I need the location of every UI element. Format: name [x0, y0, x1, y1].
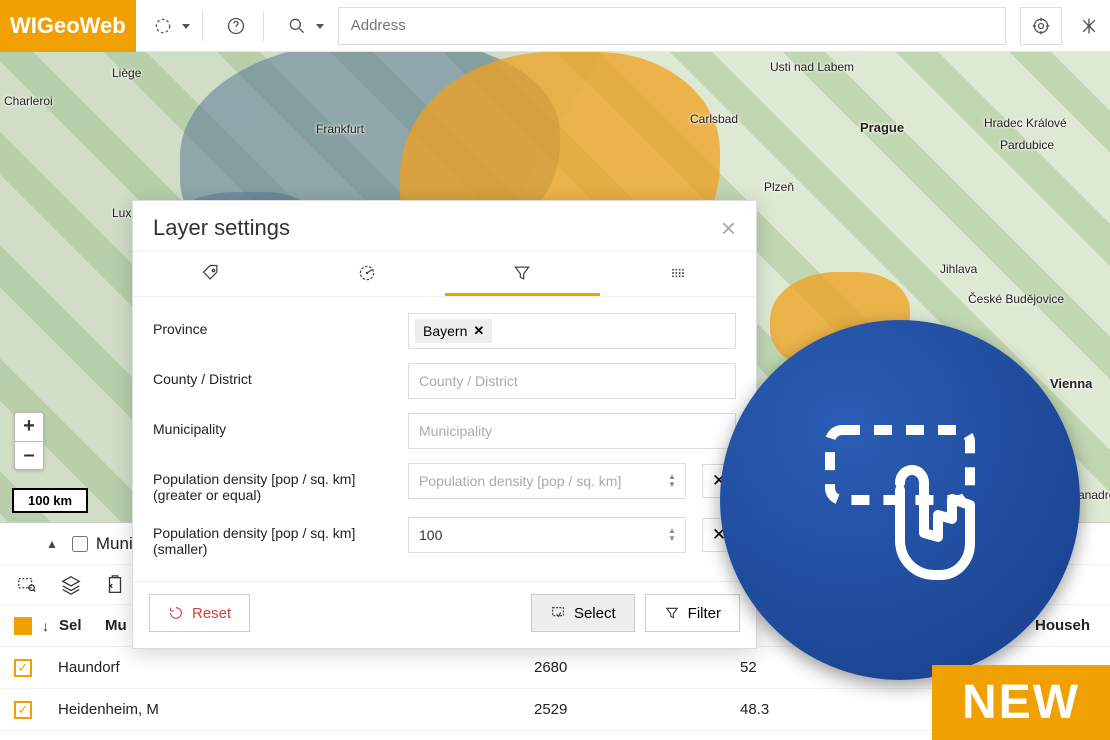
tool-select-area[interactable] — [14, 572, 40, 598]
tab-layers[interactable] — [600, 252, 756, 296]
municipality-label: Municipality — [153, 413, 408, 437]
popdens-lt-label: Population density [pop / sq. km] (small… — [153, 517, 408, 557]
dialog-close-button[interactable]: × — [721, 215, 736, 241]
dialog-title: Layer settings — [153, 215, 290, 241]
popdens-ge-stepper[interactable]: ▲▼ — [668, 473, 684, 489]
row-val2: 48.3 — [740, 701, 940, 718]
row-checkbox[interactable]: ✓ — [14, 701, 32, 719]
layer-settings-dialog: Layer settings × Province Bayern ✕ — [132, 200, 757, 649]
zoom-control: + – — [14, 412, 44, 470]
city-label: Hradec Králové — [984, 116, 1067, 130]
city-label: Vienna — [1050, 376, 1092, 391]
selection-dropdown[interactable] — [180, 5, 196, 47]
tab-radius[interactable] — [289, 252, 445, 296]
tool-layers[interactable] — [58, 572, 84, 598]
city-label: Charleroi — [4, 94, 53, 108]
tab-filter[interactable] — [445, 252, 601, 296]
row-val1: 2529 — [534, 701, 734, 718]
col-sel[interactable]: Sel — [59, 617, 99, 634]
feature-highlight-circle — [720, 320, 1080, 680]
locate-button[interactable] — [1020, 7, 1062, 45]
province-label: Province — [153, 313, 408, 337]
select-all-checkbox[interactable] — [14, 617, 32, 635]
municipality-input[interactable] — [408, 413, 736, 449]
select-button[interactable]: Select — [531, 594, 635, 632]
city-label: Jihlava — [940, 262, 977, 276]
popdens-lt-stepper[interactable]: ▲▼ — [668, 527, 684, 543]
city-label: Liège — [112, 66, 141, 80]
popdens-ge-label: Population density [pop / sq. km] (great… — [153, 463, 408, 503]
col-hh[interactable]: Househ — [1035, 617, 1090, 634]
province-input[interactable]: Bayern ✕ — [408, 313, 736, 349]
reset-button[interactable]: Reset — [149, 594, 250, 632]
new-badge: NEW — [932, 665, 1110, 740]
province-chip-remove[interactable]: ✕ — [473, 323, 484, 339]
sort-indicator-icon: ↓ — [42, 618, 49, 634]
help-icon[interactable] — [215, 5, 257, 47]
city-label: České Budějovice — [968, 292, 1064, 306]
county-input[interactable] — [408, 363, 736, 399]
city-label: Plzeň — [764, 180, 794, 194]
city-label: Usti nad Labem — [770, 60, 854, 74]
tab-label[interactable] — [133, 252, 289, 296]
zoom-out-button[interactable]: – — [15, 441, 43, 469]
zoom-in-button[interactable]: + — [15, 413, 43, 441]
top-toolbar: WIGeoWeb — [0, 0, 1110, 52]
scale-bar: 100 km — [12, 488, 88, 513]
county-label: County / District — [153, 363, 408, 387]
address-search-input[interactable] — [338, 7, 1006, 45]
city-label: Pardubice — [1000, 138, 1054, 152]
network-icon[interactable] — [1068, 5, 1110, 47]
row-checkbox[interactable]: ✓ — [14, 659, 32, 677]
search-tool[interactable] — [276, 5, 318, 47]
row-val1: 2680 — [534, 659, 734, 676]
row-name: Haundorf — [58, 659, 528, 676]
popdens-lt-input[interactable] — [408, 517, 686, 553]
filter-button[interactable]: Filter — [645, 594, 740, 632]
brand-logo: WIGeoWeb — [0, 0, 136, 52]
city-label: Prague — [860, 120, 904, 135]
panel-tab-checkbox[interactable] — [72, 536, 88, 552]
popdens-ge-input[interactable] — [408, 463, 686, 499]
selection-tool[interactable] — [142, 5, 184, 47]
row-name: Heidenheim, M — [58, 701, 528, 718]
tool-clipboard[interactable] — [102, 572, 128, 598]
province-chip: Bayern ✕ — [415, 319, 492, 343]
panel-collapse-button[interactable]: ▲ — [46, 537, 58, 551]
touch-select-icon — [800, 400, 1000, 600]
search-dropdown[interactable] — [314, 5, 330, 47]
